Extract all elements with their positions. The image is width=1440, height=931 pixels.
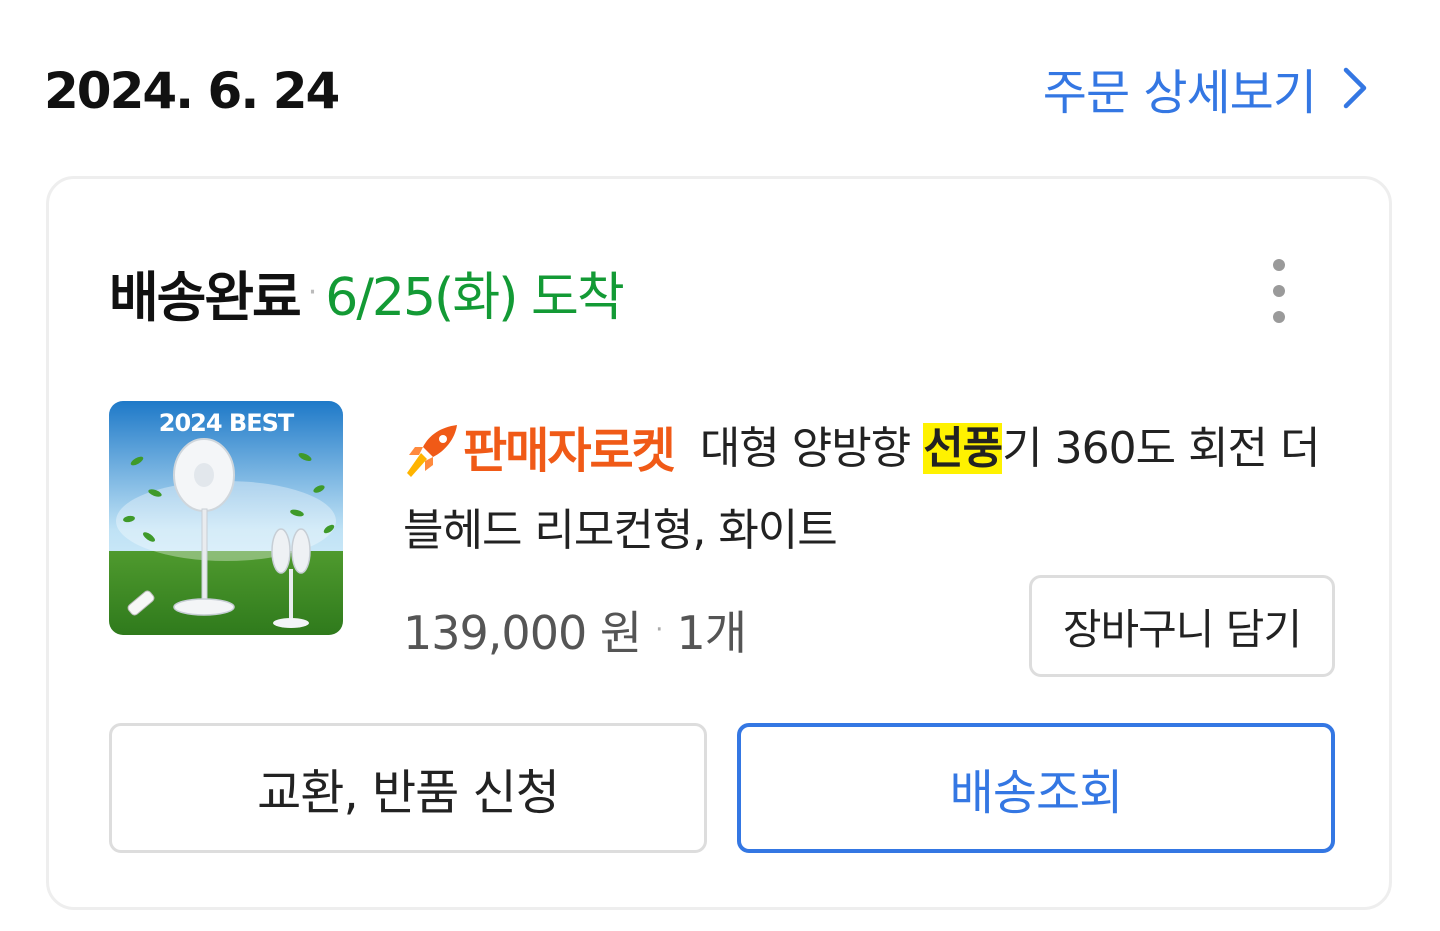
add-to-cart-button[interactable]: 장바구니 담기: [1029, 575, 1335, 677]
delivery-status: 배송완료: [109, 265, 302, 329]
delivery-status-row: 배송완료 · 6/25(화) 도착: [109, 257, 625, 329]
product-thumbnail[interactable]: 2024 BEST: [109, 401, 343, 635]
quantity-separator: ·: [655, 615, 663, 645]
order-date: 2024. 6. 24: [44, 62, 340, 120]
product-title-part: 대형 양방향: [699, 423, 924, 474]
thumbnail-badge: 2024 BEST: [158, 409, 295, 437]
search-keyword-highlight: 선풍: [923, 423, 1003, 474]
chevron-right-icon: [1342, 66, 1368, 110]
order-detail-link[interactable]: 주문 상세보기: [1043, 58, 1368, 121]
order-card: 배송완료 · 6/25(화) 도착 2024 BEST 판매자로켓 대형 양방향…: [46, 176, 1392, 910]
rocket-icon: [407, 425, 457, 477]
price-quantity-row: 139,000 원 · 1개: [403, 595, 747, 665]
exchange-return-button[interactable]: 교환, 반품 신청: [109, 723, 707, 853]
arrival-date: 6/25(화) 도착: [325, 267, 624, 328]
order-detail-label: 주문 상세보기: [1042, 65, 1317, 121]
status-separator: ·: [307, 274, 318, 310]
product-price: 139,000 원: [403, 606, 642, 660]
product-quantity: 1개: [676, 606, 747, 660]
seller-badge-label: 판매자로켓: [463, 423, 676, 479]
track-delivery-button[interactable]: 배송조회: [737, 723, 1335, 853]
product-title[interactable]: 판매자로켓 대형 양방향 선풍기 360도 회전 더블헤드 리모컨형, 화이트: [403, 409, 1343, 571]
more-vertical-icon[interactable]: [1265, 259, 1293, 323]
seller-rocket-badge: 판매자로켓: [403, 411, 676, 491]
